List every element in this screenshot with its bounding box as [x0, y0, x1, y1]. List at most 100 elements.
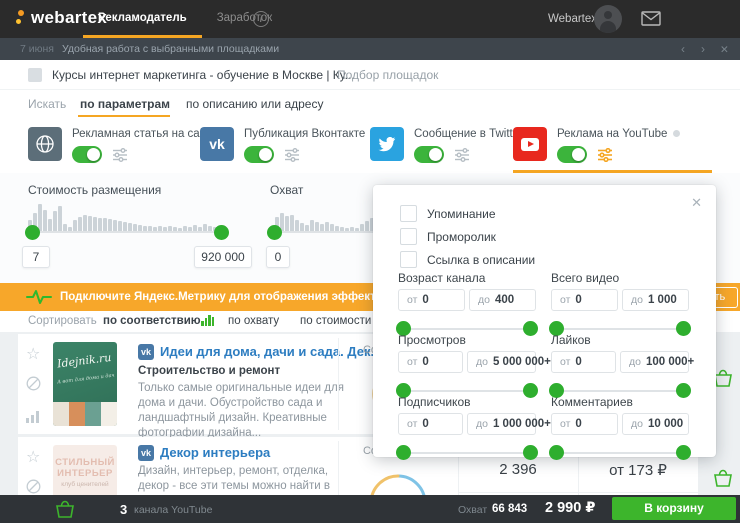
notice-date: 7 июня [20, 43, 54, 55]
hist-bar [103, 218, 107, 232]
cart-basket-icon [54, 499, 76, 523]
info-icon[interactable]: i [253, 11, 269, 27]
cart-count-label: канала YouTube [134, 504, 212, 516]
notice-bar: 7 июня Удобная работа с выбранными площа… [0, 38, 740, 60]
sort-by-price[interactable]: по стоимости [300, 315, 371, 327]
range-from-input[interactable]: от0 [398, 351, 463, 373]
cart-count: 3 [120, 502, 127, 517]
search-tabs: Искать по параметрам по описанию или адр… [0, 90, 740, 118]
tab-advertiser[interactable]: Рекламодатель [83, 0, 202, 38]
listing-price-value: от 173 ₽ [578, 461, 698, 479]
range-to-input[interactable]: до5 000 000+ [467, 351, 536, 373]
checkbox-box[interactable] [400, 228, 417, 245]
price-min-value: 7 [22, 246, 50, 268]
website-filter-settings-icon[interactable] [112, 148, 128, 167]
next-icon[interactable]: › [701, 41, 705, 57]
hist-bar [98, 218, 102, 232]
range-channel-age: Возраст канала от0 до400 [398, 271, 536, 337]
sort-by-reach[interactable]: по охвату [228, 315, 279, 327]
listing-reach-value: 2 396 [458, 461, 578, 478]
range-label: Подписчиков [398, 395, 536, 409]
reach-filter-label: Охват [270, 183, 303, 197]
hint-dot-icon [673, 130, 680, 137]
range-to-input[interactable]: до400 [469, 289, 536, 311]
hist-bar [53, 211, 57, 232]
mail-icon[interactable] [641, 11, 661, 31]
cell-divider [458, 492, 698, 493]
website-toggle[interactable] [72, 146, 102, 163]
range-from-input[interactable]: от0 [551, 413, 618, 435]
reach-min-value: 0 [266, 246, 290, 268]
avatar[interactable] [594, 5, 622, 33]
campaign-checkbox[interactable] [28, 68, 42, 82]
range-to-input[interactable]: до1 000 [622, 289, 689, 311]
thumb-title: СТИЛЬНЫЙ [53, 457, 117, 468]
range-from-input[interactable]: от0 [551, 289, 618, 311]
youtube-filters-popup: ✕ Упоминание Проморолик Ссылка в описани… [373, 185, 716, 457]
range-min-handle[interactable] [549, 445, 564, 460]
site-selection-link[interactable]: Подбор площадок [337, 68, 438, 82]
block-icon[interactable] [26, 376, 41, 396]
add-to-cart-button[interactable]: В корзину [612, 497, 736, 520]
range-from-input[interactable]: от0 [398, 413, 463, 435]
range-slider [398, 445, 536, 461]
add-to-cart-icon[interactable] [712, 468, 734, 493]
hist-bar [290, 215, 294, 232]
thumb-title: Idejnik.ru [56, 351, 115, 371]
stats-icon[interactable] [26, 410, 40, 428]
range-label: Просмотров [398, 333, 536, 347]
listing-title-link[interactable]: Декор интерьера [160, 445, 270, 460]
top-header: webartex Рекламодатель Заработок i Webar… [0, 0, 740, 38]
close-icon[interactable]: ✕ [691, 195, 702, 211]
checkbox-promo[interactable]: Проморолик [400, 228, 496, 245]
favorite-star-icon[interactable]: ☆ [26, 447, 40, 467]
price-min-handle[interactable] [25, 225, 40, 240]
checkbox-mention[interactable]: Упоминание [400, 205, 496, 222]
checkbox-description-link[interactable]: Ссылка в описании [400, 251, 535, 268]
range-min-handle[interactable] [396, 445, 411, 460]
cart-reach-value: 66 843 [492, 503, 527, 515]
tab-by-description[interactable]: по описанию или адресу [186, 97, 323, 111]
hist-bar [58, 206, 62, 232]
price-histogram [28, 204, 228, 232]
twitter-toggle[interactable] [414, 146, 444, 163]
reach-min-handle[interactable] [267, 225, 282, 240]
platform-twitter: Сообщение в Twitter [370, 117, 510, 173]
price-max-handle[interactable] [214, 225, 229, 240]
range-to-input[interactable]: до10 000 [622, 413, 689, 435]
range-to-input[interactable]: до100 000+ [620, 351, 689, 373]
listing-description: Только самые оригинальные идеи для дома … [138, 381, 352, 441]
tab-earnings[interactable]: Заработок [202, 0, 287, 38]
vk-filter-settings-icon[interactable] [284, 148, 300, 167]
twitter-filter-settings-icon[interactable] [454, 148, 470, 167]
cart-reach-label: Охват [458, 504, 487, 516]
range-comments: Комментариев от0 до10 000 [551, 395, 689, 461]
vk-toggle[interactable] [244, 146, 274, 163]
range-to-input[interactable]: до1 000 000+ [467, 413, 536, 435]
range-from-input[interactable]: от0 [551, 351, 616, 373]
price-max-value: 920 000 [194, 246, 252, 268]
sort-by-match[interactable]: по соответствию [103, 315, 201, 327]
search-label: Искать [28, 97, 66, 111]
vk-icon: vk [200, 127, 234, 161]
checkbox-box[interactable] [400, 205, 417, 222]
checkbox-box[interactable] [400, 251, 417, 268]
twitter-icon [370, 127, 404, 161]
platform-website: Рекламная статья на сайте [28, 117, 193, 173]
campaign-row: Курсы интернет маркетинга - обучение в М… [0, 60, 740, 90]
range-from-input[interactable]: от0 [398, 289, 465, 311]
range-max-handle[interactable] [676, 445, 691, 460]
price-slider-track [30, 231, 226, 233]
platform-vk: vk Публикация Вконтакте [200, 117, 360, 173]
tab-by-params[interactable]: по параметрам [80, 97, 170, 111]
dismiss-icon[interactable]: ✕ [720, 42, 729, 58]
youtube-toggle[interactable] [557, 146, 587, 163]
favorite-star-icon[interactable]: ☆ [26, 344, 40, 364]
listing-thumbnail: Idejnik.ru А вот для дома и дач [53, 342, 117, 426]
prev-icon[interactable]: ‹ [681, 41, 685, 57]
youtube-filter-settings-icon[interactable] [597, 148, 613, 167]
range-subscribers: Подписчиков от0 до1 000 000+ [398, 395, 536, 461]
platform-vk-label: Публикация Вконтакте [244, 128, 378, 140]
listing-category: Строительство и ремонт [138, 365, 280, 377]
range-max-handle[interactable] [523, 445, 538, 460]
